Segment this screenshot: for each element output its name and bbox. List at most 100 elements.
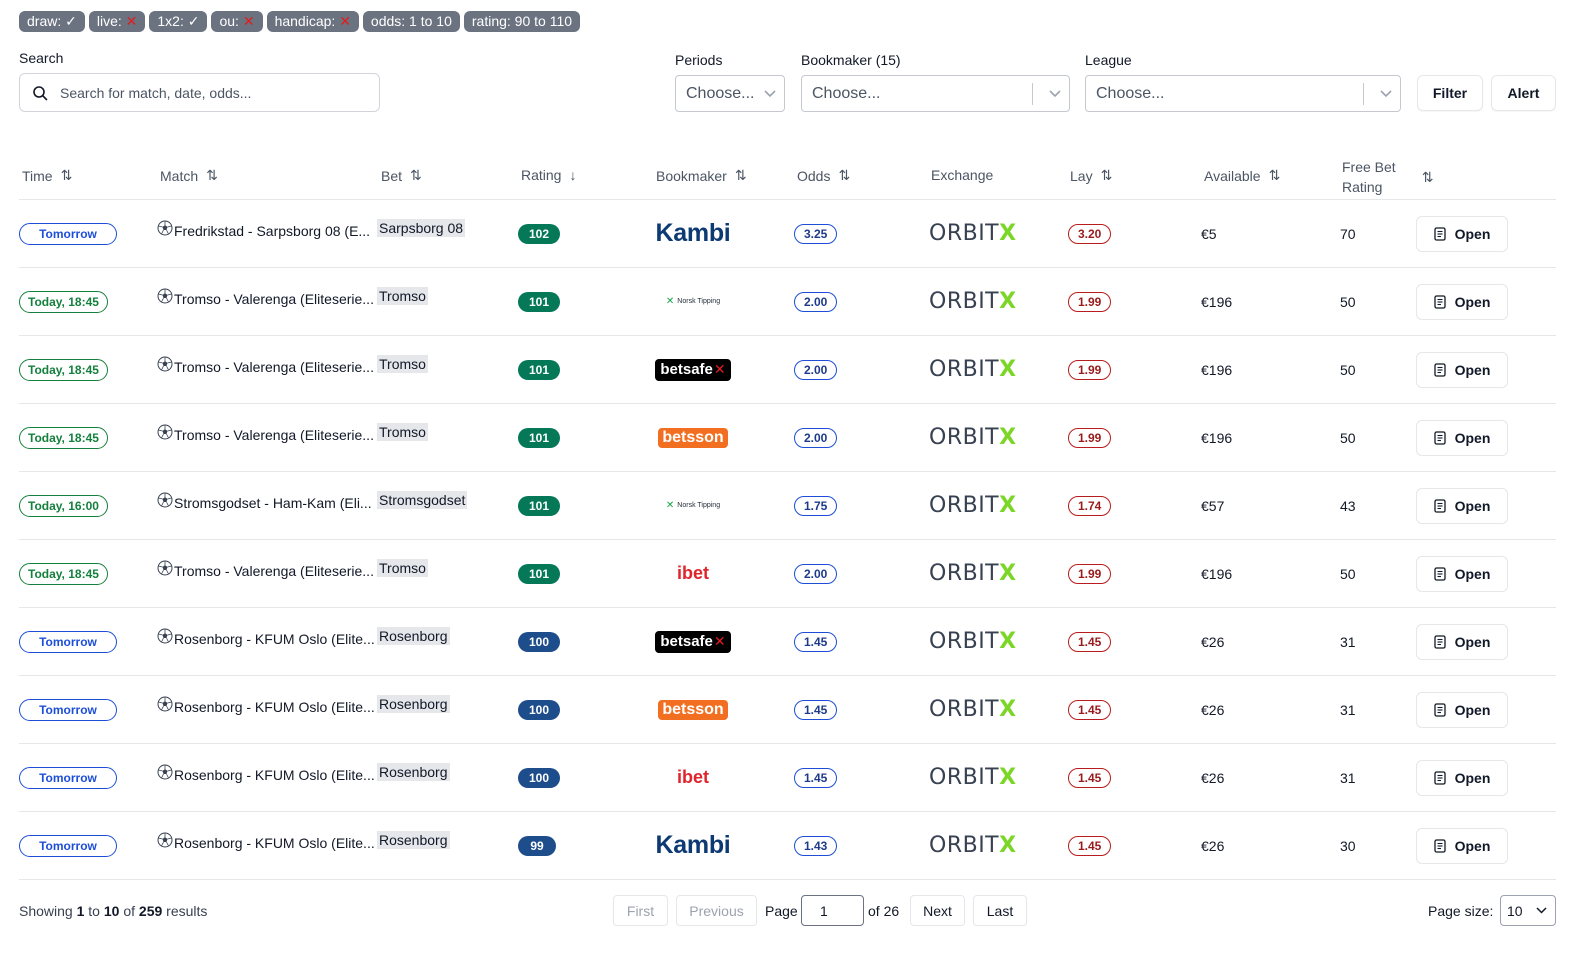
sort-icon[interactable]: ⇅ <box>410 167 422 184</box>
check-icon: ✓ <box>187 13 200 29</box>
soccer-ball-icon <box>157 832 173 848</box>
time-badge: Today, 18:45 <box>19 426 108 449</box>
sort-icon[interactable]: ⇅ <box>61 167 73 184</box>
bookmaker-select[interactable]: Choose... <box>801 75 1070 112</box>
column-bookmaker[interactable]: Bookmaker ⇅ <box>656 167 747 184</box>
search-box[interactable] <box>19 73 380 112</box>
ibet-logo: ibet <box>676 767 709 787</box>
filter-tag[interactable]: live: ✕ <box>88 11 146 32</box>
norsk-tipping-text: Norsk Tipping <box>677 298 721 305</box>
column-match[interactable]: Match ⇅ <box>160 167 218 184</box>
last-page-button[interactable]: Last <box>973 895 1027 926</box>
column-bet[interactable]: Bet ⇅ <box>381 167 422 184</box>
sort-icon[interactable]: ⇅ <box>838 167 850 184</box>
open-button[interactable]: Open <box>1416 283 1508 320</box>
bet-selection: Tromso <box>377 354 428 373</box>
open-button[interactable]: Open <box>1416 351 1508 388</box>
filter-tag[interactable]: ou: ✕ <box>211 11 263 32</box>
open-button[interactable]: Open <box>1416 691 1508 728</box>
orbitx-logo: ORBITX <box>929 629 1017 654</box>
sort-icon[interactable]: ⇅ <box>1422 169 1434 186</box>
alert-button[interactable]: Alert <box>1491 75 1556 111</box>
filter-tag[interactable]: 1x2: ✓ <box>149 11 208 32</box>
match-cell: Rosenborg - KFUM Oslo (Elite... <box>157 744 375 811</box>
chevron-down-icon[interactable] <box>1372 89 1400 98</box>
filter-tag[interactable]: odds: 1 to 10 <box>362 11 460 32</box>
column-odds-label: Odds <box>797 167 831 184</box>
periods-select[interactable]: Choose... <box>675 75 785 112</box>
first-page-button[interactable]: First <box>613 895 668 926</box>
table-row: Tomorrow Rosenborg - KFUM Oslo (Elite... R… <box>19 608 1556 676</box>
table-row: Tomorrow Rosenborg - KFUM Oslo (Elite... R… <box>19 812 1556 880</box>
column-available[interactable]: Available ⇅ <box>1204 167 1280 184</box>
open-button-label: Open <box>1454 293 1491 310</box>
column-free-bet-rating[interactable]: Free Bet Rating ⇅ <box>1342 157 1433 197</box>
available-amount: €26 <box>1201 837 1225 854</box>
bookmaker-cell: ibet <box>653 744 733 811</box>
filter-tag[interactable]: rating: 90 to 110 <box>463 11 581 32</box>
open-button[interactable]: Open <box>1416 623 1508 660</box>
next-page-button[interactable]: Next <box>910 895 965 926</box>
bet-cell: Rosenborg <box>377 812 450 879</box>
arrow-down-icon[interactable]: ↓ <box>569 167 576 183</box>
league-select[interactable]: Choose... <box>1085 75 1401 112</box>
exchange-cell: ORBITX <box>929 608 1017 675</box>
column-rating[interactable]: Rating ↓ <box>521 167 576 183</box>
match-cell: Fredrikstad - Sarpsborg 08 (E... <box>157 200 370 267</box>
filter-tag[interactable]: handicap: ✕ <box>266 11 359 32</box>
orbitx-logo: ORBITX <box>929 765 1017 790</box>
odds-badge: 2.00 <box>794 359 838 380</box>
available-amount: €57 <box>1201 497 1225 514</box>
match-cell: Stromsgodset - Ham-Kam (Eli... <box>157 472 372 539</box>
available-amount: €196 <box>1201 293 1233 310</box>
odds-badge: 2.00 <box>794 427 838 448</box>
sort-icon[interactable]: ⇅ <box>206 167 218 184</box>
time-badge: Today, 18:45 <box>19 562 108 585</box>
available-cell: €26 <box>1201 744 1224 811</box>
betsafe-text: betsafe <box>660 361 713 378</box>
column-lay[interactable]: Lay ⇅ <box>1070 167 1112 184</box>
match-cell: Rosenborg - KFUM Oslo (Elite... <box>157 676 375 743</box>
open-button[interactable]: Open <box>1416 215 1508 252</box>
filter-tag[interactable]: draw: ✓ <box>19 11 85 32</box>
orbitx-logo: ORBITX <box>929 221 1017 246</box>
chevron-down-icon[interactable] <box>1041 89 1069 98</box>
exchange-cell: ORBITX <box>929 540 1017 607</box>
table-row: Tomorrow Fredrikstad - Sarpsborg 08 (E...… <box>19 200 1556 268</box>
time-cell: Today, 18:45 <box>19 404 108 471</box>
available-cell: €196 <box>1201 404 1232 471</box>
free-bet-rating-value: 50 <box>1340 429 1356 446</box>
lay-cell: 1.99 <box>1068 404 1112 471</box>
page-number-input[interactable] <box>801 895 864 926</box>
filter-button[interactable]: Filter <box>1417 75 1483 111</box>
sort-icon[interactable]: ⇅ <box>1101 167 1113 184</box>
bet-selection: Rosenborg <box>377 830 450 849</box>
open-button[interactable]: Open <box>1416 827 1508 864</box>
action-cell: Open <box>1416 744 1508 811</box>
lay-badge: 1.45 <box>1068 835 1112 856</box>
previous-page-button[interactable]: Previous <box>676 895 757 926</box>
search-input[interactable] <box>60 84 360 101</box>
bookmaker-cell: betsafe ✕ <box>653 336 733 403</box>
column-time[interactable]: Time ⇅ <box>22 167 72 184</box>
to-text: to <box>88 903 100 919</box>
column-odds[interactable]: Odds ⇅ <box>797 167 850 184</box>
odds-badge: 1.43 <box>794 835 838 856</box>
sort-icon[interactable]: ⇅ <box>1269 167 1281 184</box>
chevron-down-icon[interactable] <box>756 89 784 98</box>
open-button[interactable]: Open <box>1416 487 1508 524</box>
search-icon <box>32 85 48 101</box>
time-cell: Tomorrow <box>19 812 117 879</box>
free-bet-rating-value: 30 <box>1340 837 1356 854</box>
time-badge: Today, 16:00 <box>19 494 108 517</box>
open-button[interactable]: Open <box>1416 759 1508 796</box>
time-cell: Today, 18:45 <box>19 268 108 335</box>
open-button[interactable]: Open <box>1416 419 1508 456</box>
page-size-select[interactable]: 10 <box>1500 895 1556 926</box>
open-button[interactable]: Open <box>1416 555 1508 592</box>
bookmaker-cell: betsson <box>653 676 733 743</box>
available-cell: €26 <box>1201 812 1224 879</box>
lay-badge: 1.74 <box>1068 495 1112 516</box>
sort-icon[interactable]: ⇅ <box>735 167 747 184</box>
open-button-label: Open <box>1454 633 1491 650</box>
